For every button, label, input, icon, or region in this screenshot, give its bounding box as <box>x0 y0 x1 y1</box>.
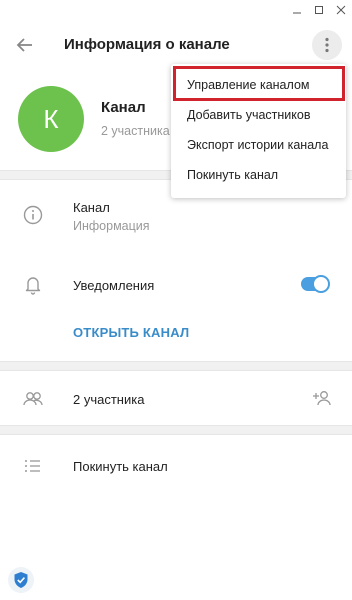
avatar: К <box>18 86 84 152</box>
menu-item-manage-channel[interactable]: Управление каналом <box>171 70 346 100</box>
more-vertical-icon[interactable] <box>312 30 342 60</box>
page-title: Информация о канале <box>64 36 230 53</box>
channel-member-count: 2 участника <box>101 124 170 138</box>
panel-header: Информация о канале <box>0 22 352 68</box>
bell-icon <box>22 274 44 296</box>
toggle-knob <box>312 275 330 293</box>
list-icon <box>22 455 44 477</box>
window-titlebar <box>0 0 352 22</box>
info-title: Канал <box>73 200 110 215</box>
arrow-left-icon[interactable] <box>12 32 38 58</box>
channel-name: Канал <box>101 99 146 116</box>
minimize-icon[interactable] <box>288 2 306 18</box>
members-icon <box>22 388 44 410</box>
notifications-label: Уведомления <box>73 278 155 293</box>
section-divider <box>0 361 352 371</box>
menu-item-export-history[interactable]: Экспорт истории канала <box>171 130 346 160</box>
close-icon[interactable] <box>332 2 350 18</box>
maximize-icon[interactable] <box>310 2 328 18</box>
notifications-toggle[interactable] <box>301 275 330 293</box>
info-subtitle: Информация <box>73 219 150 233</box>
add-member-icon[interactable] <box>310 386 334 410</box>
shield-icon[interactable] <box>8 567 34 593</box>
info-icon <box>22 204 44 226</box>
menu-item-add-members[interactable]: Добавить участников <box>171 100 346 130</box>
open-channel-link[interactable]: ОТКРЫТЬ КАНАЛ <box>73 325 189 340</box>
section-divider <box>0 425 352 435</box>
context-menu: Управление каналом Добавить участников Э… <box>171 64 346 198</box>
members-label[interactable]: 2 участника <box>73 392 144 407</box>
leave-channel-row[interactable]: Покинуть канал <box>73 459 168 474</box>
menu-item-leave-channel[interactable]: Покинуть канал <box>171 160 346 190</box>
